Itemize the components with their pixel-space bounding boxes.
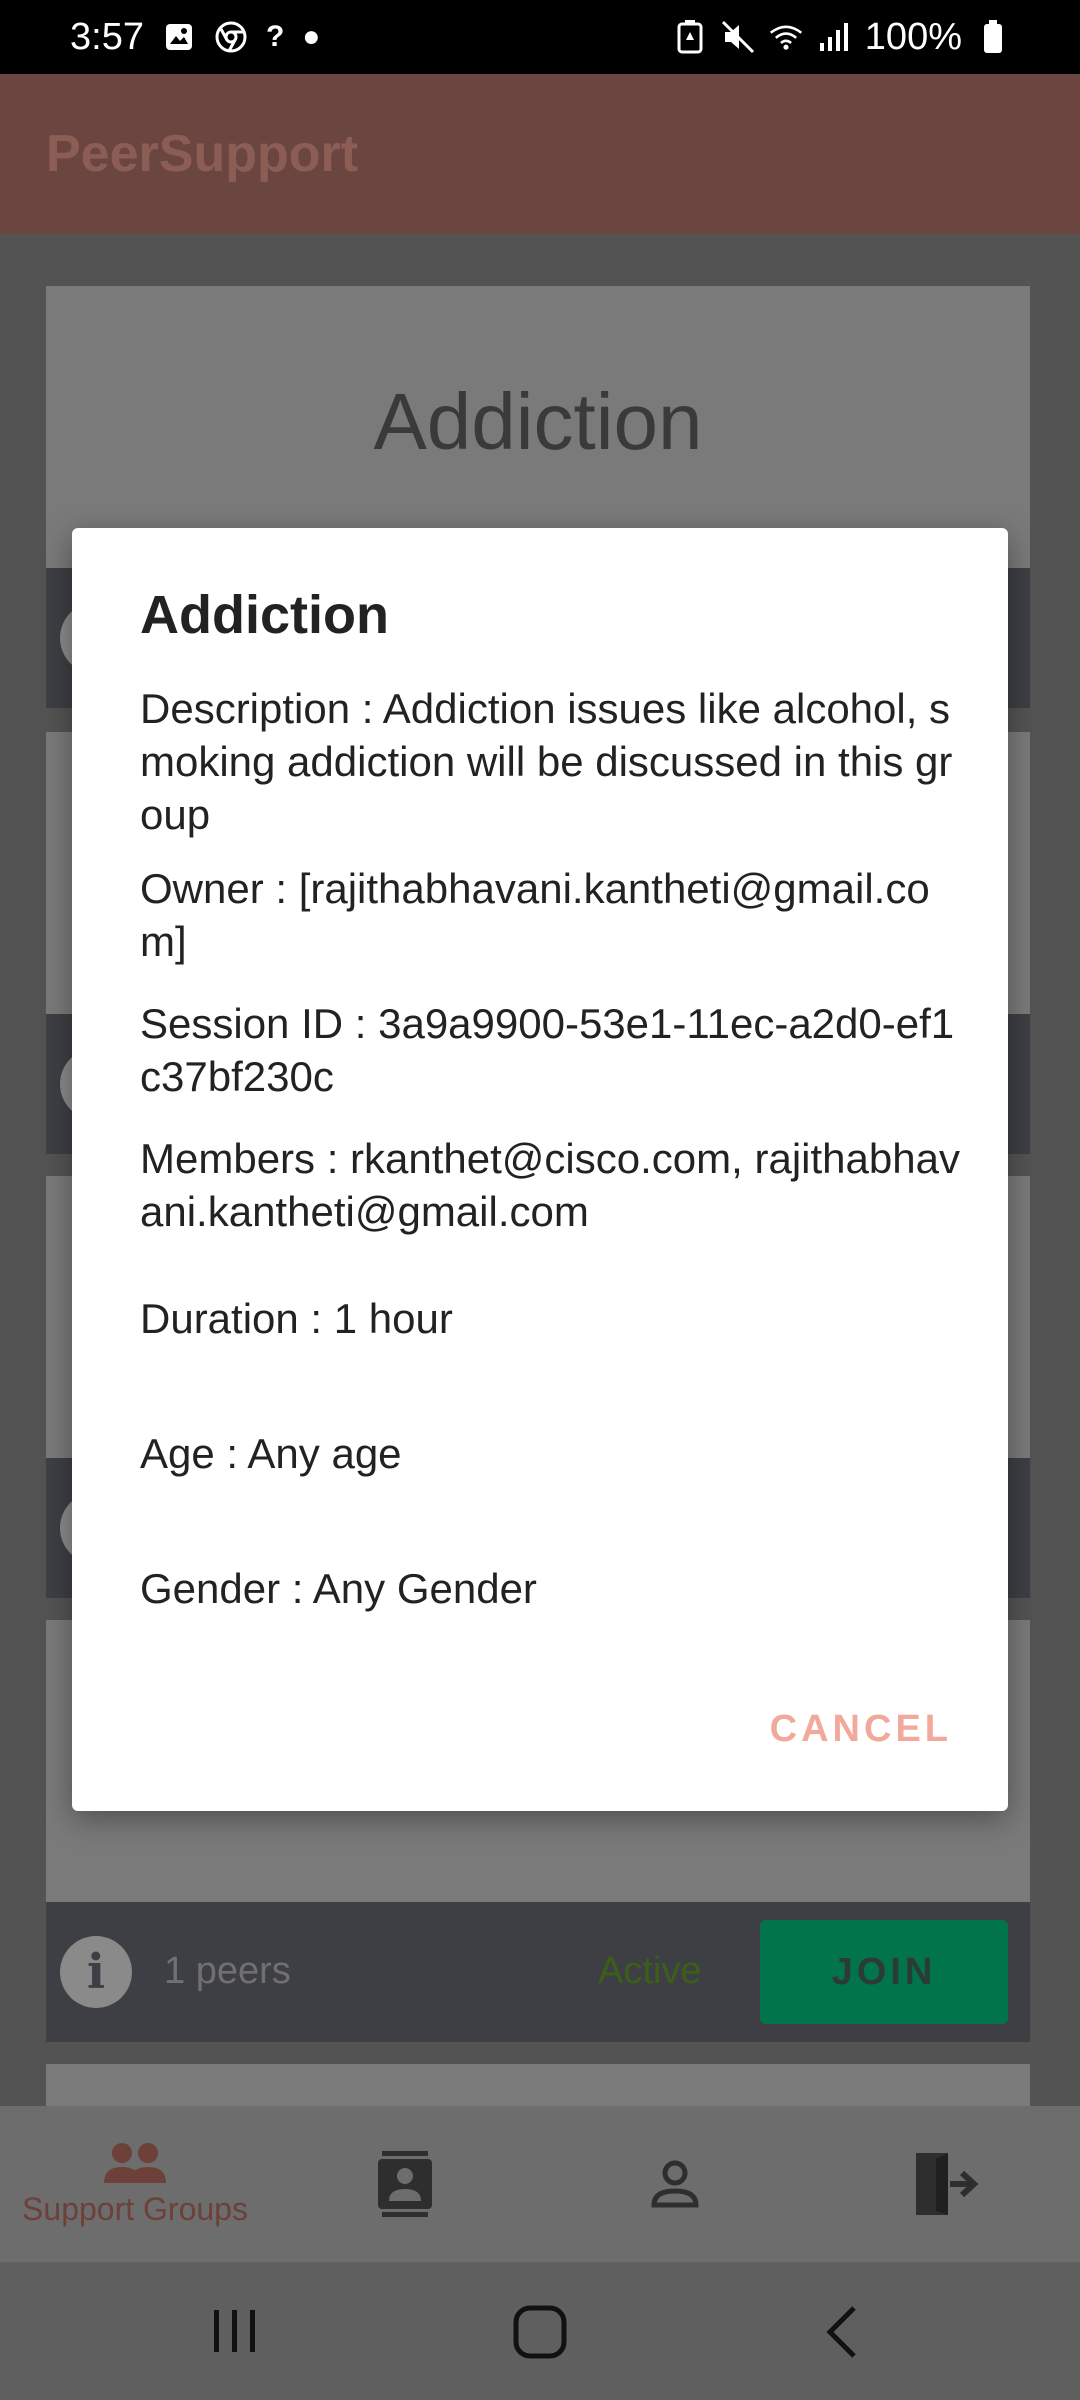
dialog-title: Addiction (140, 585, 389, 645)
battery-percent: 100% (864, 15, 962, 58)
info-icon[interactable]: i (60, 1936, 132, 2008)
back-icon[interactable] (822, 2304, 862, 2360)
system-navigation (0, 2262, 1080, 2400)
groups-icon (104, 2142, 166, 2183)
peer-count: 1 peers (164, 1950, 291, 1992)
cancel-button[interactable]: CANCEL (770, 1708, 952, 1751)
group-card[interactable]: Addiction (46, 286, 1030, 568)
group-details-dialog: Addiction Description : Addiction issues… (72, 528, 1008, 1811)
status-label: Active (598, 1950, 702, 1992)
nav-logout[interactable] (810, 2106, 1080, 2262)
mute-icon (721, 20, 755, 54)
group-card[interactable] (46, 2064, 1030, 2106)
nav-label: Support Groups (22, 2190, 248, 2227)
dialog-duration: Duration : 1 hour (140, 1295, 453, 1342)
contacts-icon (378, 2151, 432, 2217)
dialog-gender: Gender : Any Gender (140, 1565, 537, 1612)
person-icon (651, 2160, 699, 2208)
status-time: 3:57 (70, 15, 144, 58)
chrome-icon (214, 20, 248, 54)
join-button[interactable]: JOIN (760, 1920, 1008, 2024)
dot-icon: ● (302, 20, 321, 53)
gallery-icon (162, 20, 196, 54)
nav-profile[interactable] (540, 2106, 810, 2262)
dialog-owner: Owner : [rajithabhavani.kantheti@gmail.c… (140, 865, 930, 965)
home-icon[interactable] (512, 2304, 568, 2360)
nav-support-groups[interactable]: Support Groups (0, 2106, 270, 2262)
dialog-description: Description : Addiction issues like alco… (140, 685, 953, 838)
status-question: ? (265, 20, 285, 53)
app-bar: PeerSupport (0, 74, 1080, 234)
battery-icon (976, 20, 1010, 54)
dialog-members: Members : rkanthet@cisco.com, rajithabha… (140, 1135, 960, 1235)
group-card-footer: i 1 peers Active JOIN (46, 1902, 1030, 2042)
dialog-age: Age : Any age (140, 1430, 402, 1477)
dialog-session-id: Session ID : 3a9a9900-53e1-11ec-a2d0-ef1… (140, 1000, 955, 1100)
battery-saver-icon (673, 20, 707, 54)
nav-contacts[interactable] (270, 2106, 540, 2262)
app-title: PeerSupport (46, 125, 359, 183)
wifi-icon (769, 20, 803, 54)
group-card-title: Addiction (373, 377, 703, 466)
recent-apps-icon[interactable] (210, 2306, 260, 2356)
logout-icon (916, 2153, 979, 2215)
status-bar: 3:57 ? ● 100% (0, 0, 1080, 74)
bottom-navigation: Support Groups (0, 2106, 1080, 2262)
signal-icon (817, 20, 851, 54)
